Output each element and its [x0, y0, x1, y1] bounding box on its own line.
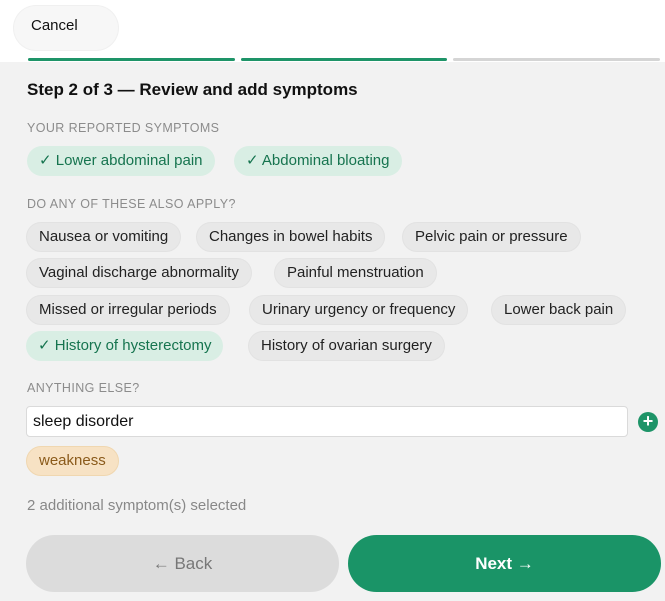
custom-chip-weakness[interactable]: weakness [26, 446, 119, 476]
option-chip-pelvic-pain[interactable]: Pelvic pain or pressure [402, 222, 581, 252]
progress-step-1 [28, 58, 235, 61]
option-chip-missed-periods[interactable]: Missed or irregular periods [26, 295, 230, 325]
next-button[interactable]: Next → [348, 535, 661, 592]
symptom-input[interactable] [26, 406, 628, 437]
reported-chip-lower-abdominal-pain[interactable]: ✓ Lower abdominal pain [27, 146, 215, 176]
progress-step-3 [453, 58, 661, 61]
anything-else-label: ANYTHING ELSE? [27, 381, 140, 395]
page-title: Step 2 of 3 — Review and add symptoms [27, 80, 358, 99]
also-apply-label: DO ANY OF THESE ALSO APPLY? [27, 197, 236, 211]
back-button[interactable]: ← Back [26, 535, 339, 592]
reported-chip-abdominal-bloating[interactable]: ✓ Abdominal bloating [234, 146, 402, 176]
selected-count-text: 2 additional symptom(s) selected [27, 497, 247, 514]
option-chip-lower-back-pain[interactable]: Lower back pain [491, 295, 627, 325]
option-chip-hysterectomy[interactable]: ✓ History of hysterectomy [26, 331, 224, 361]
progress-step-2 [240, 58, 448, 61]
top-bar: Cancel [0, 0, 665, 62]
reported-symptoms-label: YOUR REPORTED SYMPTOMS [27, 121, 220, 135]
option-chip-ovarian-surgery[interactable]: History of ovarian surgery [248, 331, 445, 361]
option-chip-bowel-habits[interactable]: Changes in bowel habits [196, 222, 386, 252]
step-content: Step 2 of 3 — Review and add symptoms YO… [0, 62, 665, 601]
plus-circle-icon[interactable]: + [638, 412, 658, 432]
option-chip-nausea[interactable]: Nausea or vomiting [26, 222, 182, 252]
option-chip-vaginal-discharge[interactable]: Vaginal discharge abnormality [26, 258, 252, 288]
option-chip-painful-menstruation[interactable]: Painful menstruation [274, 258, 437, 288]
cancel-button[interactable]: Cancel [14, 6, 118, 50]
option-chip-urinary-urgency[interactable]: Urinary urgency or frequency [249, 295, 469, 325]
